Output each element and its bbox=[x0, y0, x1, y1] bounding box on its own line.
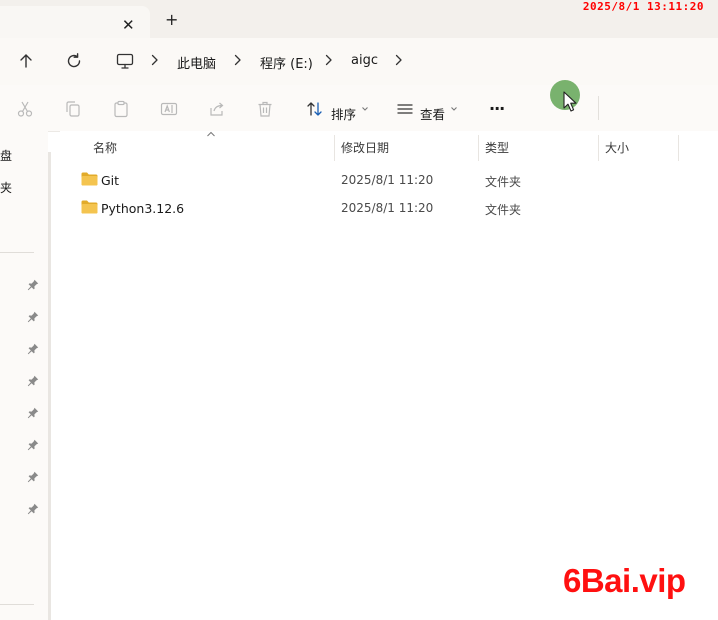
view-button[interactable]: 查看 bbox=[420, 104, 445, 123]
column-header-date[interactable]: 修改日期 bbox=[341, 139, 389, 156]
pane-splitter[interactable] bbox=[48, 152, 51, 620]
column-divider[interactable] bbox=[598, 135, 599, 161]
folder-icon bbox=[81, 200, 98, 214]
breadcrumb-drive-e[interactable]: 程序 (E:) bbox=[260, 53, 313, 72]
pin-icon[interactable] bbox=[27, 471, 39, 483]
nav-divider bbox=[0, 604, 34, 605]
column-header-type[interactable]: 类型 bbox=[485, 139, 509, 156]
cut-icon[interactable] bbox=[16, 100, 34, 118]
chevron-down-icon[interactable] bbox=[360, 104, 370, 114]
clock-overlay: 2025/8/1 13:11:20 bbox=[582, 0, 704, 13]
tab-strip: ✕ + 2025/8/1 13:11:20 bbox=[0, 0, 718, 38]
rename-icon[interactable] bbox=[160, 100, 178, 118]
pin-icon[interactable] bbox=[27, 407, 39, 419]
chevron-right-icon[interactable] bbox=[323, 51, 335, 69]
column-divider[interactable] bbox=[478, 135, 479, 161]
navigation-pane: 盘 夹 bbox=[0, 131, 48, 620]
folder-icon bbox=[81, 172, 98, 186]
file-type: 文件夹 bbox=[485, 175, 522, 189]
file-name[interactable]: Git bbox=[101, 173, 119, 188]
table-row[interactable]: Python3.12.6 2025/8/1 11:20 文件夹 bbox=[76, 195, 696, 221]
column-divider[interactable] bbox=[678, 135, 679, 161]
up-arrow-icon[interactable] bbox=[16, 51, 36, 71]
column-header-size[interactable]: 大小 bbox=[605, 139, 629, 156]
chevron-right-icon[interactable] bbox=[232, 51, 244, 69]
chevron-right-icon[interactable] bbox=[149, 51, 161, 69]
tab-current[interactable]: ✕ bbox=[0, 6, 150, 38]
refresh-icon[interactable] bbox=[64, 51, 84, 71]
file-type: 文件夹 bbox=[485, 203, 522, 217]
address-bar: 此电脑 程序 (E:) aigc bbox=[0, 38, 718, 85]
share-icon[interactable] bbox=[208, 100, 226, 118]
view-icon[interactable] bbox=[396, 100, 414, 118]
delete-icon[interactable] bbox=[256, 100, 274, 118]
chevron-down-icon[interactable] bbox=[449, 104, 459, 114]
column-divider[interactable] bbox=[334, 135, 335, 161]
breadcrumb-this-pc[interactable]: 此电脑 bbox=[177, 53, 216, 72]
tab-close-icon[interactable]: ✕ bbox=[122, 18, 135, 33]
command-bar: 排序 查看 ··· bbox=[0, 85, 718, 132]
nav-item-partial[interactable]: 盘 bbox=[0, 147, 12, 164]
pin-icon[interactable] bbox=[27, 279, 39, 291]
file-name[interactable]: Python3.12.6 bbox=[101, 201, 184, 216]
mouse-cursor-icon bbox=[563, 91, 577, 112]
breadcrumb-aigc[interactable]: aigc bbox=[351, 53, 378, 68]
more-icon[interactable]: ··· bbox=[489, 99, 505, 118]
file-list: 名称 修改日期 类型 大小 Git 2025/8/1 11:20 文件夹 Pyt… bbox=[60, 131, 718, 620]
pin-icon[interactable] bbox=[27, 343, 39, 355]
new-tab-button[interactable]: + bbox=[165, 12, 178, 28]
pin-icon[interactable] bbox=[27, 311, 39, 323]
sort-icon[interactable] bbox=[306, 100, 324, 118]
copy-icon[interactable] bbox=[64, 100, 82, 118]
chevron-right-icon[interactable] bbox=[393, 51, 405, 69]
nav-item-partial[interactable]: 夹 bbox=[0, 179, 12, 196]
file-date: 2025/8/1 11:20 bbox=[341, 173, 434, 187]
sort-button[interactable]: 排序 bbox=[331, 104, 356, 123]
table-row[interactable]: Git 2025/8/1 11:20 文件夹 bbox=[76, 167, 696, 193]
pin-icon[interactable] bbox=[27, 375, 39, 387]
pin-icon[interactable] bbox=[27, 503, 39, 515]
column-header-name[interactable]: 名称 bbox=[93, 139, 117, 156]
file-date: 2025/8/1 11:20 bbox=[341, 201, 434, 215]
nav-divider bbox=[0, 252, 34, 253]
sort-caret-icon bbox=[207, 131, 215, 137]
paste-icon[interactable] bbox=[112, 100, 130, 118]
pin-icon[interactable] bbox=[27, 439, 39, 451]
computer-icon[interactable] bbox=[115, 51, 135, 71]
toolbar-divider bbox=[598, 96, 599, 120]
watermark: 6Bai.vip bbox=[563, 562, 686, 599]
